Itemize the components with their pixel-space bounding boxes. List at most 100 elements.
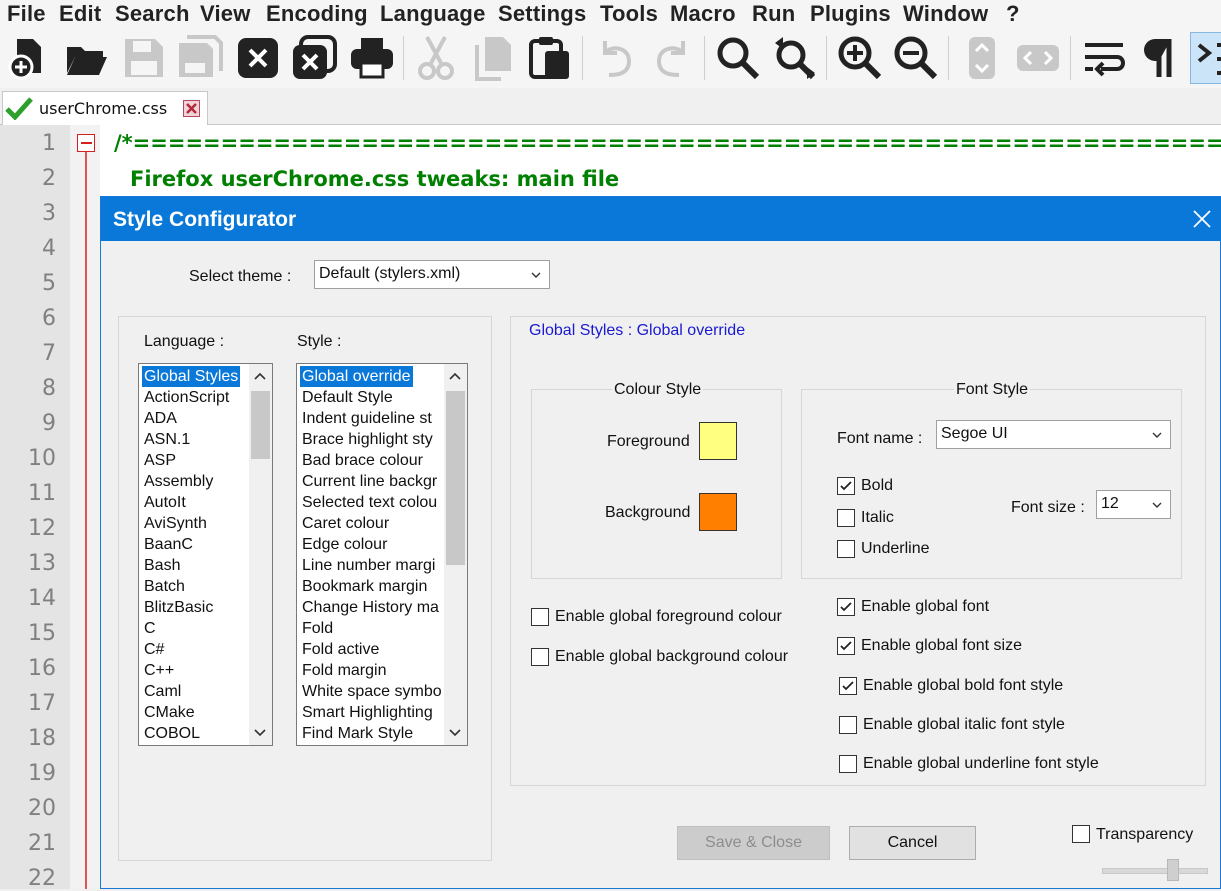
cancel-button[interactable]: Cancel [849,826,976,860]
dialog-close-icon[interactable] [1192,209,1212,229]
list-item[interactable]: Brace highlight sty [300,429,435,450]
menu-edit[interactable]: Edit [59,1,101,27]
save-close-button[interactable]: Save & Close [677,826,830,860]
indent-guide-icon[interactable] [1190,32,1221,84]
list-item[interactable]: Fold [300,618,335,639]
underline-checkbox[interactable] [837,540,855,558]
new-file-icon[interactable] [2,32,54,84]
sync-horizontal-icon[interactable] [1012,32,1064,84]
scroll-down-icon[interactable] [449,729,461,737]
list-item[interactable]: Current line backgr [300,471,439,492]
menu-macro[interactable]: Macro [670,1,736,27]
list-item[interactable]: Change History ma [300,597,441,618]
theme-select[interactable]: Default (stylers.xml) [314,260,550,289]
list-item[interactable]: Line number margi [300,555,437,576]
open-folder-icon[interactable] [60,32,112,84]
tab-close-icon[interactable] [183,100,200,117]
dialog-title-bar[interactable]: Style Configurator [101,197,1221,241]
menu-search[interactable]: Search [115,1,190,27]
list-item[interactable]: C++ [142,660,176,681]
list-item[interactable]: White space symbo [300,681,444,702]
scroll-thumb[interactable] [446,391,465,565]
italic-checkbox[interactable] [837,509,855,527]
enable-global-bold-checkbox[interactable] [839,677,857,695]
bold-checkbox[interactable] [837,477,855,495]
find-icon[interactable] [712,32,764,84]
language-scrollbar[interactable] [249,364,272,745]
copy-icon[interactable] [468,32,520,84]
list-item[interactable]: Global Styles [142,366,241,387]
menu-run[interactable]: Run [752,1,795,27]
list-item[interactable]: Fold margin [300,660,388,681]
menu-window[interactable]: Window [903,1,988,27]
cut-icon[interactable] [410,32,462,84]
menu-settings[interactable]: Settings [498,1,586,27]
list-item[interactable]: ADA [142,408,179,429]
list-item[interactable]: ASN.1 [142,429,192,450]
close-icon[interactable] [232,32,284,84]
show-all-chars-icon[interactable] [1134,32,1186,84]
word-wrap-icon[interactable] [1078,32,1130,84]
font-name-select[interactable]: Segoe UI [936,420,1171,449]
scroll-up-icon[interactable] [254,372,266,380]
print-icon[interactable] [346,32,398,84]
paste-icon[interactable] [524,32,576,84]
transparency-slider-track[interactable] [1102,868,1208,874]
menu-help[interactable]: ? [1006,1,1020,27]
enable-global-italic-checkbox[interactable] [839,716,857,734]
menu-language[interactable]: Language [380,1,486,27]
close-all-icon[interactable] [288,32,340,84]
menu-tools[interactable]: Tools [600,1,658,27]
list-item[interactable]: CMake [142,702,197,723]
list-item[interactable]: AutoIt [142,492,188,513]
list-item[interactable]: BlitzBasic [142,597,215,618]
foreground-color-swatch[interactable] [699,422,737,460]
list-item[interactable]: C# [142,639,166,660]
list-item[interactable]: Caml [142,681,183,702]
list-item[interactable]: Bash [142,555,182,576]
enable-global-font-checkbox[interactable] [837,598,855,616]
menu-view[interactable]: View [200,1,251,27]
list-item[interactable]: ActionScript [142,387,231,408]
fold-marker-icon[interactable] [70,125,100,889]
language-listbox[interactable]: Global Styles ActionScript ADA ASN.1 ASP… [138,363,273,746]
list-item[interactable]: Indent guideline st [300,408,434,429]
list-item[interactable]: Global override [300,366,413,387]
redo-icon[interactable] [646,32,698,84]
style-scrollbar[interactable] [444,364,467,745]
list-item[interactable]: ASP [142,450,178,471]
enable-global-bg-checkbox[interactable] [531,648,549,666]
list-item[interactable]: Batch [142,576,187,597]
list-item[interactable]: C [142,618,158,639]
list-item[interactable]: Caret colour [300,513,391,534]
undo-icon[interactable] [590,32,642,84]
list-item[interactable]: Assembly [142,471,215,492]
menu-plugins[interactable]: Plugins [810,1,891,27]
zoom-in-icon[interactable] [834,32,886,84]
list-item[interactable]: BaanC [142,534,195,555]
list-item[interactable]: Edge colour [300,534,389,555]
transparency-slider-thumb[interactable] [1167,859,1179,881]
replace-icon[interactable] [768,32,820,84]
list-item[interactable]: COBOL [142,723,202,744]
enable-global-fg-checkbox[interactable] [531,608,549,626]
enable-global-font-size-checkbox[interactable] [837,637,855,655]
zoom-out-icon[interactable] [890,32,942,84]
scroll-thumb[interactable] [251,391,270,459]
font-size-select[interactable]: 12 [1096,490,1171,519]
save-icon[interactable] [118,32,170,84]
list-item[interactable]: Bookmark margin [300,576,429,597]
background-color-swatch[interactable] [699,493,737,531]
scroll-down-icon[interactable] [254,729,266,737]
list-item[interactable]: Bad brace colour [300,450,425,471]
sync-vertical-icon[interactable] [956,32,1008,84]
menu-encoding[interactable]: Encoding [266,1,368,27]
list-item[interactable]: Fold active [300,639,381,660]
list-item[interactable]: Selected text colou [300,492,439,513]
list-item[interactable]: Find Mark Style [300,723,415,744]
scroll-up-icon[interactable] [449,372,461,380]
list-item[interactable]: Default Style [300,387,395,408]
list-item[interactable]: AviSynth [142,513,209,534]
save-all-icon[interactable] [174,32,226,84]
enable-global-underline-checkbox[interactable] [839,755,857,773]
